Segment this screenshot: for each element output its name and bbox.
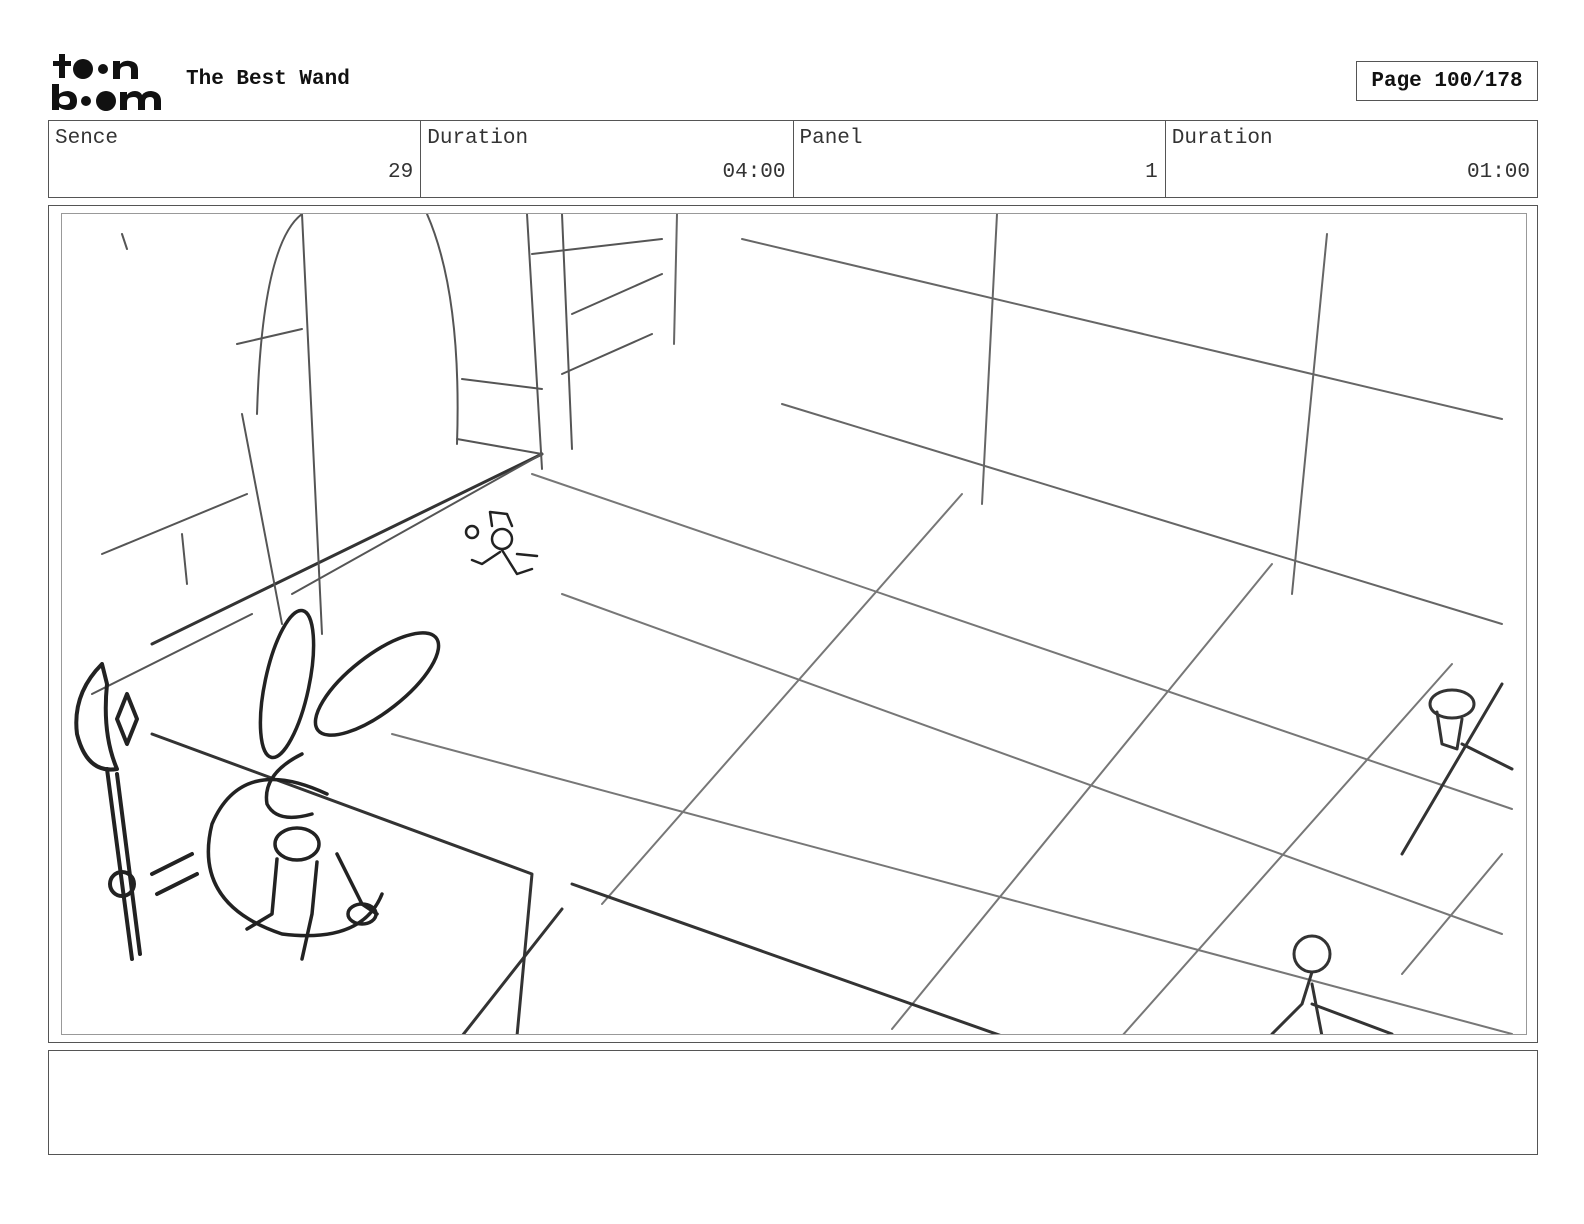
- floor-grid: [391, 473, 1513, 1034]
- scene-duration-cell: Duration 04:00: [421, 121, 794, 197]
- project-title: The Best Wand: [186, 68, 350, 91]
- scene-cell: Sence 29: [49, 121, 422, 197]
- back-wall-lines: [673, 214, 1503, 625]
- scene-duration-label: Duration: [427, 127, 529, 150]
- scene-label: Sence: [55, 127, 119, 150]
- page-number: Page 100/178: [1356, 61, 1538, 101]
- small-character-sketch: [464, 510, 539, 576]
- panel-value: 1: [1145, 161, 1158, 184]
- panel-cell: Panel 1: [794, 121, 1166, 197]
- bunny-character-sketch: [206, 608, 441, 961]
- panel-duration-cell: Duration 01:00: [1166, 121, 1537, 197]
- right-figures-sketch: [1270, 682, 1514, 1034]
- panel-label: Panel: [799, 127, 863, 150]
- wand-sketch: [74, 662, 199, 961]
- floor-ledge: [150, 452, 1001, 1034]
- panel-notes-box: [48, 1050, 1538, 1155]
- scene-value: 29: [388, 161, 414, 184]
- toon-boom-logo: [50, 52, 166, 112]
- storyboard-panel-frame: [48, 205, 1538, 1043]
- scene-info-row: Sence 29 Duration 04:00 Panel 1 Duration…: [48, 120, 1538, 198]
- brick-wall: [91, 214, 663, 695]
- storyboard-sketch: [61, 213, 1527, 1035]
- panel-duration-value: 01:00: [1466, 161, 1530, 184]
- scene-duration-value: 04:00: [722, 161, 786, 184]
- panel-duration-label: Duration: [1171, 127, 1273, 150]
